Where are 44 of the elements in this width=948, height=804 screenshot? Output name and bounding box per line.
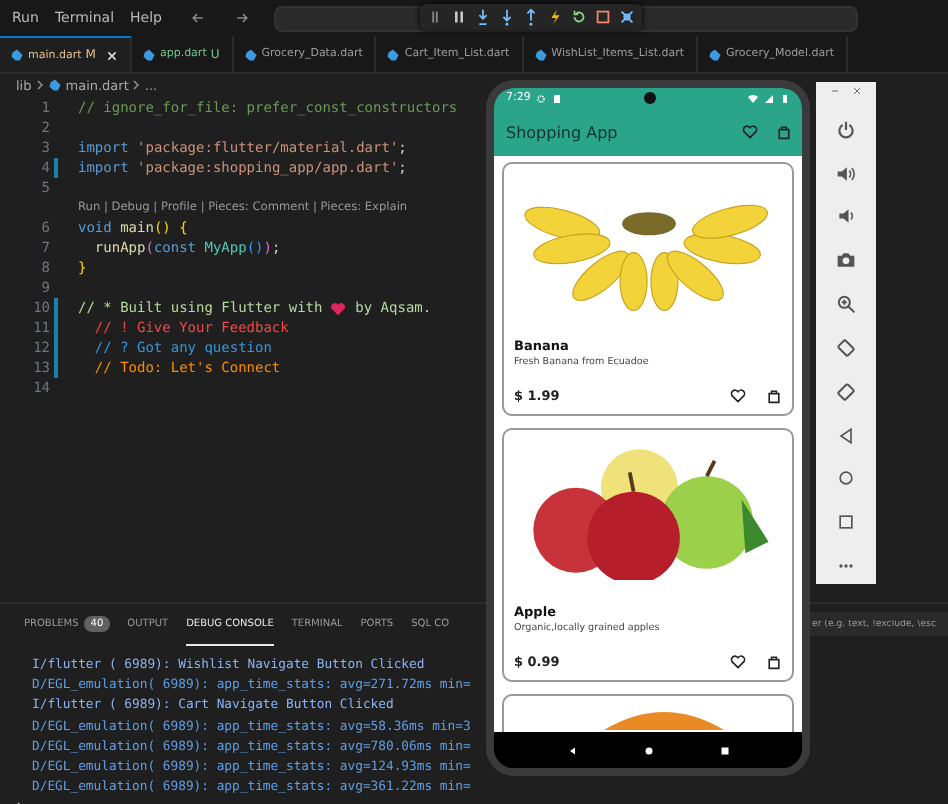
- grip-icon[interactable]: [426, 8, 444, 26]
- app-title: Shopping App: [506, 123, 620, 141]
- battery-icon: [780, 93, 790, 103]
- power-icon[interactable]: [836, 119, 856, 140]
- heart-icon[interactable]: [730, 388, 746, 404]
- fruit-drawing: [604, 710, 724, 730]
- restart-icon[interactable]: [570, 8, 588, 26]
- dart-file-icon: [10, 48, 24, 62]
- volume-down-icon[interactable]: [836, 206, 856, 227]
- gear-icon: [536, 93, 547, 103]
- step-out-icon[interactable]: [522, 8, 540, 26]
- dart-file-icon: [47, 78, 62, 92]
- dart-file-icon: [708, 47, 723, 61]
- pause-icon[interactable]: [450, 8, 468, 26]
- dart-file-icon: [533, 47, 548, 61]
- step-into-icon[interactable]: [498, 8, 516, 26]
- camera-icon[interactable]: [836, 250, 856, 271]
- back-icon[interactable]: [836, 425, 856, 445]
- dart-file-icon: [386, 47, 401, 61]
- heart-icon[interactable]: [730, 654, 746, 670]
- overview-icon[interactable]: [719, 745, 729, 755]
- heart-icon: [330, 301, 347, 315]
- sd-card-icon: [552, 93, 563, 103]
- home-icon[interactable]: [643, 745, 653, 755]
- wifi-icon: [748, 93, 758, 103]
- camera-hole: [644, 92, 657, 104]
- back-arrow-icon[interactable]: [190, 10, 206, 26]
- overview-icon[interactable]: [836, 512, 856, 533]
- home-icon[interactable]: [836, 468, 856, 489]
- rotate-right-icon[interactable]: [836, 381, 856, 402]
- dart-file-icon: [243, 47, 258, 61]
- shopping-bag-icon[interactable]: [766, 388, 782, 404]
- zoom-icon[interactable]: [836, 294, 856, 315]
- step-over-icon[interactable]: [474, 8, 492, 26]
- forward-arrow-icon[interactable]: [234, 10, 250, 26]
- back-icon[interactable]: [567, 745, 577, 755]
- devtools-icon[interactable]: [618, 8, 636, 26]
- lightning-icon[interactable]: [546, 8, 564, 26]
- signal-icon: [764, 93, 774, 103]
- dart-file-icon: [141, 47, 156, 61]
- shopping-bag-icon[interactable]: [766, 654, 782, 670]
- stop-icon[interactable]: [594, 8, 612, 26]
- volume-up-icon[interactable]: [836, 163, 856, 184]
- rotate-left-icon[interactable]: [836, 337, 856, 358]
